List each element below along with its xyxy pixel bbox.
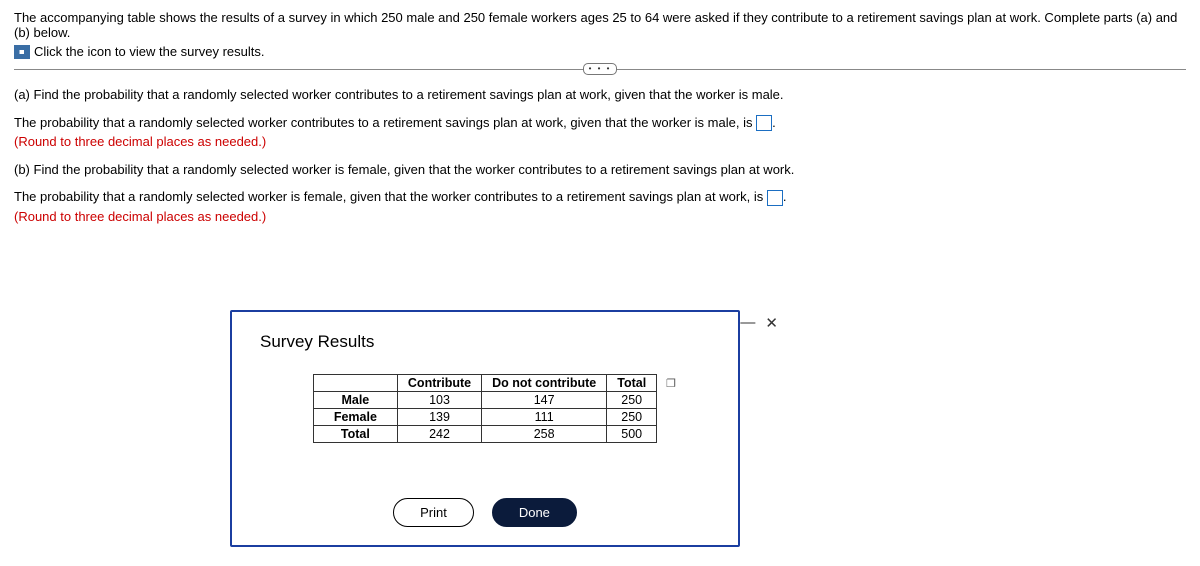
part-b-answer-line: The probability that a randomly selected…	[14, 187, 1186, 226]
cell-total-contribute: 242	[397, 426, 481, 443]
cell-female-total: 250	[607, 409, 657, 426]
view-results-row: Click the icon to view the survey result…	[14, 44, 1186, 59]
table-icon[interactable]	[14, 45, 30, 59]
table-row: Male 103 147 250	[313, 392, 656, 409]
cell-total-total: 500	[607, 426, 657, 443]
cell-male-contribute: 103	[397, 392, 481, 409]
cell-total-not: 258	[482, 426, 607, 443]
survey-table: Contribute Do not contribute Total Male …	[313, 374, 657, 443]
table-row: Female 139 111 250	[313, 409, 656, 426]
part-a-answer-line: The probability that a randomly selected…	[14, 113, 1186, 152]
row-label-total: Total	[313, 426, 397, 443]
survey-results-modal: — ✕ Survey Results Contribute Do not con…	[230, 310, 740, 547]
part-a-stem-after: .	[772, 115, 776, 130]
col-header-not-contribute: Do not contribute	[482, 375, 607, 392]
part-b-hint: (Round to three decimal places as needed…	[14, 207, 1186, 227]
modal-title: Survey Results	[260, 332, 710, 352]
expand-ellipsis-button[interactable]: • • •	[583, 63, 617, 75]
part-b-stem-after: .	[783, 189, 787, 204]
cell-male-total: 250	[607, 392, 657, 409]
part-a-hint: (Round to three decimal places as needed…	[14, 132, 1186, 152]
table-row: Total 242 258 500	[313, 426, 656, 443]
cell-female-not: 111	[482, 409, 607, 426]
close-icon[interactable]: ✕	[765, 314, 778, 332]
part-b-stem-before: The probability that a randomly selected…	[14, 189, 767, 204]
print-button[interactable]: Print	[393, 498, 474, 527]
part-a-answer-input[interactable]	[756, 115, 772, 131]
cell-female-contribute: 139	[397, 409, 481, 426]
view-results-text[interactable]: Click the icon to view the survey result…	[34, 44, 264, 59]
cell-male-not: 147	[482, 392, 607, 409]
window-controls: — ✕	[740, 314, 778, 332]
part-a-question: (a) Find the probability that a randomly…	[14, 85, 1186, 105]
part-a-stem-before: The probability that a randomly selected…	[14, 115, 756, 130]
copy-table-icon[interactable]: ❐	[662, 378, 676, 390]
col-header-contribute: Contribute	[397, 375, 481, 392]
row-label-female: Female	[313, 409, 397, 426]
table-row: Contribute Do not contribute Total	[313, 375, 656, 392]
col-header-total: Total	[607, 375, 657, 392]
problem-intro: The accompanying table shows the results…	[14, 10, 1186, 40]
table-corner-cell	[313, 375, 397, 392]
minimize-icon[interactable]: —	[740, 314, 755, 332]
part-b-answer-input[interactable]	[767, 190, 783, 206]
part-b-question: (b) Find the probability that a randomly…	[14, 160, 1186, 180]
row-label-male: Male	[313, 392, 397, 409]
done-button[interactable]: Done	[492, 498, 577, 527]
